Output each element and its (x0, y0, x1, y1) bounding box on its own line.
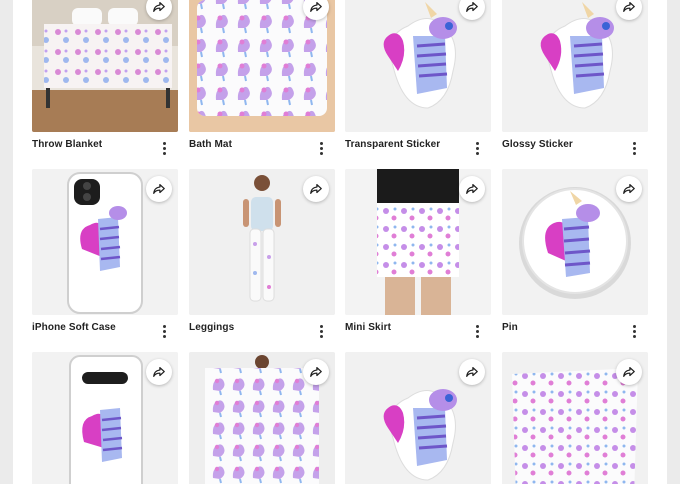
more-options-icon[interactable] (628, 140, 640, 156)
share-icon[interactable] (303, 176, 329, 202)
share-icon[interactable] (616, 176, 642, 202)
share-icon[interactable] (459, 359, 485, 385)
product-label[interactable]: Bath Mat (189, 139, 232, 150)
share-icon[interactable] (459, 176, 485, 202)
product-label[interactable]: Leggings (189, 322, 234, 333)
more-options-icon[interactable] (628, 323, 640, 339)
product-label[interactable]: Transparent Sticker (345, 139, 440, 150)
more-options-icon[interactable] (315, 323, 327, 339)
share-icon[interactable] (146, 359, 172, 385)
more-options-icon[interactable] (315, 140, 327, 156)
product-grid: Throw Blanket Bath Mat Transparent Stick… (13, 0, 667, 484)
share-icon[interactable] (616, 359, 642, 385)
more-options-icon[interactable] (158, 323, 170, 339)
share-icon[interactable] (146, 176, 172, 202)
more-options-icon[interactable] (471, 323, 483, 339)
more-options-icon[interactable] (158, 140, 170, 156)
product-label[interactable]: Glossy Sticker (502, 139, 573, 150)
product-label[interactable]: iPhone Soft Case (32, 322, 116, 333)
share-icon[interactable] (303, 359, 329, 385)
product-label[interactable]: Pin (502, 322, 518, 333)
product-label[interactable]: Mini Skirt (345, 322, 391, 333)
more-options-icon[interactable] (471, 140, 483, 156)
product-label[interactable]: Throw Blanket (32, 139, 102, 150)
